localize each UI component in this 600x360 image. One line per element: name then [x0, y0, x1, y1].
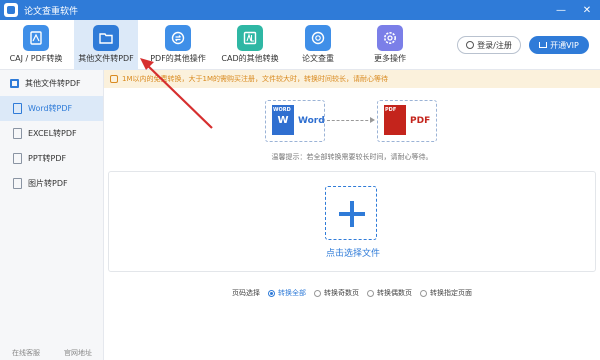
select-file-label[interactable]: 点击选择文件: [109, 246, 597, 259]
sidebar-item-image-to-pdf[interactable]: 图片转PDF: [0, 171, 103, 196]
option-label: 转换指定页面: [430, 289, 472, 297]
file-icon: [13, 128, 22, 139]
file-icon: [13, 103, 22, 114]
source-format-name: Word: [298, 116, 325, 126]
notice-icon: [110, 75, 118, 83]
login-register-button[interactable]: 登录/注册: [457, 36, 521, 54]
tool-label: 论文查重: [302, 54, 334, 63]
tool-caj-pdf[interactable]: CAJ / PDF转换: [4, 20, 68, 70]
option-convert-all[interactable]: 转换全部: [268, 288, 306, 298]
page-select: 页码选择 转换全部 转换奇数页 转换偶数页 转换指定页面: [232, 288, 480, 298]
pdf-doc-icon: PDF: [384, 105, 406, 135]
target-format-box: PDF PDF: [377, 100, 437, 142]
sidebar-footer: 在线客服 官网地址: [0, 348, 104, 358]
pdf-badge: PDF: [385, 107, 397, 113]
cad-icon: [237, 25, 263, 51]
notice-bar: 1M以内的免费转换，大于1M的需购买注册，文件较大时，转换时间较长，请耐心等待: [104, 70, 600, 88]
radio-selected[interactable]: [268, 289, 275, 297]
source-format-box: WORD W Word: [265, 100, 325, 142]
sidebar-item-word-to-pdf[interactable]: Word转PDF: [0, 96, 103, 121]
tool-more[interactable]: 更多操作: [358, 20, 422, 70]
option-label: 转换偶数页: [377, 289, 412, 297]
option-label: 转换全部: [278, 289, 306, 297]
tool-cad[interactable]: CAD的其他转换: [218, 20, 282, 70]
radio[interactable]: [314, 289, 321, 297]
check-icon: [305, 25, 331, 51]
crown-icon: [539, 42, 548, 48]
tool-pdf-other[interactable]: PDF的其他操作: [146, 20, 210, 70]
grid-icon: [10, 78, 19, 88]
sidebar-header: 其他文件转PDF: [0, 70, 103, 96]
app-logo-icon: [4, 3, 18, 17]
sidebar-item-ppt-to-pdf[interactable]: PPT转PDF: [0, 146, 103, 171]
online-service-link[interactable]: 在线客服: [12, 348, 40, 358]
option-even-pages[interactable]: 转换偶数页: [367, 288, 412, 298]
caj-pdf-icon: [23, 25, 49, 51]
app-title: 论文查重软件: [24, 6, 79, 17]
word-letter: W: [277, 115, 289, 126]
arrow-head-icon: [370, 117, 375, 123]
minimize-button[interactable]: —: [548, 0, 574, 20]
add-file-button[interactable]: [325, 186, 377, 240]
sidebar-item-label: EXCEL转PDF: [28, 129, 77, 138]
sidebar-item-excel-to-pdf[interactable]: EXCEL转PDF: [0, 121, 103, 146]
tip-text: 温馨提示：若全部转换需要较长时间，请耐心等待。: [271, 153, 433, 161]
tool-plagiarism-check[interactable]: 论文查重: [286, 20, 350, 70]
gear-icon: [377, 25, 403, 51]
conversion-arrow: [327, 120, 373, 121]
tool-label: PDF的其他操作: [150, 54, 206, 63]
sidebar-item-label: Word转PDF: [28, 104, 73, 113]
vip-button[interactable]: 开通VIP: [529, 36, 589, 54]
user-icon: [466, 41, 475, 49]
notice-text: 1M以内的免费转换，大于1M的需购买注册，文件较大时，转换时间较长，请耐心等待: [122, 75, 388, 83]
radio[interactable]: [420, 289, 427, 297]
word-badge: WORD: [273, 107, 291, 113]
word-doc-icon: WORD W: [272, 105, 294, 135]
option-odd-pages[interactable]: 转换奇数页: [314, 288, 359, 298]
option-label: 转换奇数页: [324, 289, 359, 297]
close-button[interactable]: ✕: [574, 0, 600, 20]
sidebar: 其他文件转PDF Word转PDF EXCEL转PDF PPT转PDF 图片转P…: [0, 70, 104, 360]
target-format-name: PDF: [410, 116, 431, 126]
upload-area[interactable]: 点击选择文件: [108, 171, 596, 272]
title-bar: 论文查重软件 — ✕: [0, 0, 600, 20]
window-controls: — ✕: [548, 0, 600, 20]
login-label: 登录/注册: [477, 40, 512, 50]
page-select-label: 页码选择: [232, 289, 260, 297]
tool-other-to-pdf[interactable]: 其他文件转PDF: [74, 20, 138, 70]
plus-icon-vertical: [350, 201, 354, 227]
tool-label: 其他文件转PDF: [78, 54, 134, 63]
radio[interactable]: [367, 289, 374, 297]
tool-label: 更多操作: [374, 54, 406, 63]
tool-label: CAD的其他转换: [221, 54, 279, 63]
image-file-icon: [13, 178, 22, 189]
convert-icon: [165, 25, 191, 51]
sidebar-item-label: PPT转PDF: [28, 154, 67, 163]
sidebar-header-label: 其他文件转PDF: [25, 78, 81, 88]
folder-icon: [93, 25, 119, 51]
tool-label: CAJ / PDF转换: [9, 54, 63, 63]
website-link[interactable]: 官网地址: [64, 348, 92, 358]
file-icon: [13, 153, 22, 164]
vip-label: 开通VIP: [550, 40, 579, 50]
sidebar-item-label: 图片转PDF: [28, 179, 68, 188]
option-specified-pages[interactable]: 转换指定页面: [420, 288, 472, 298]
